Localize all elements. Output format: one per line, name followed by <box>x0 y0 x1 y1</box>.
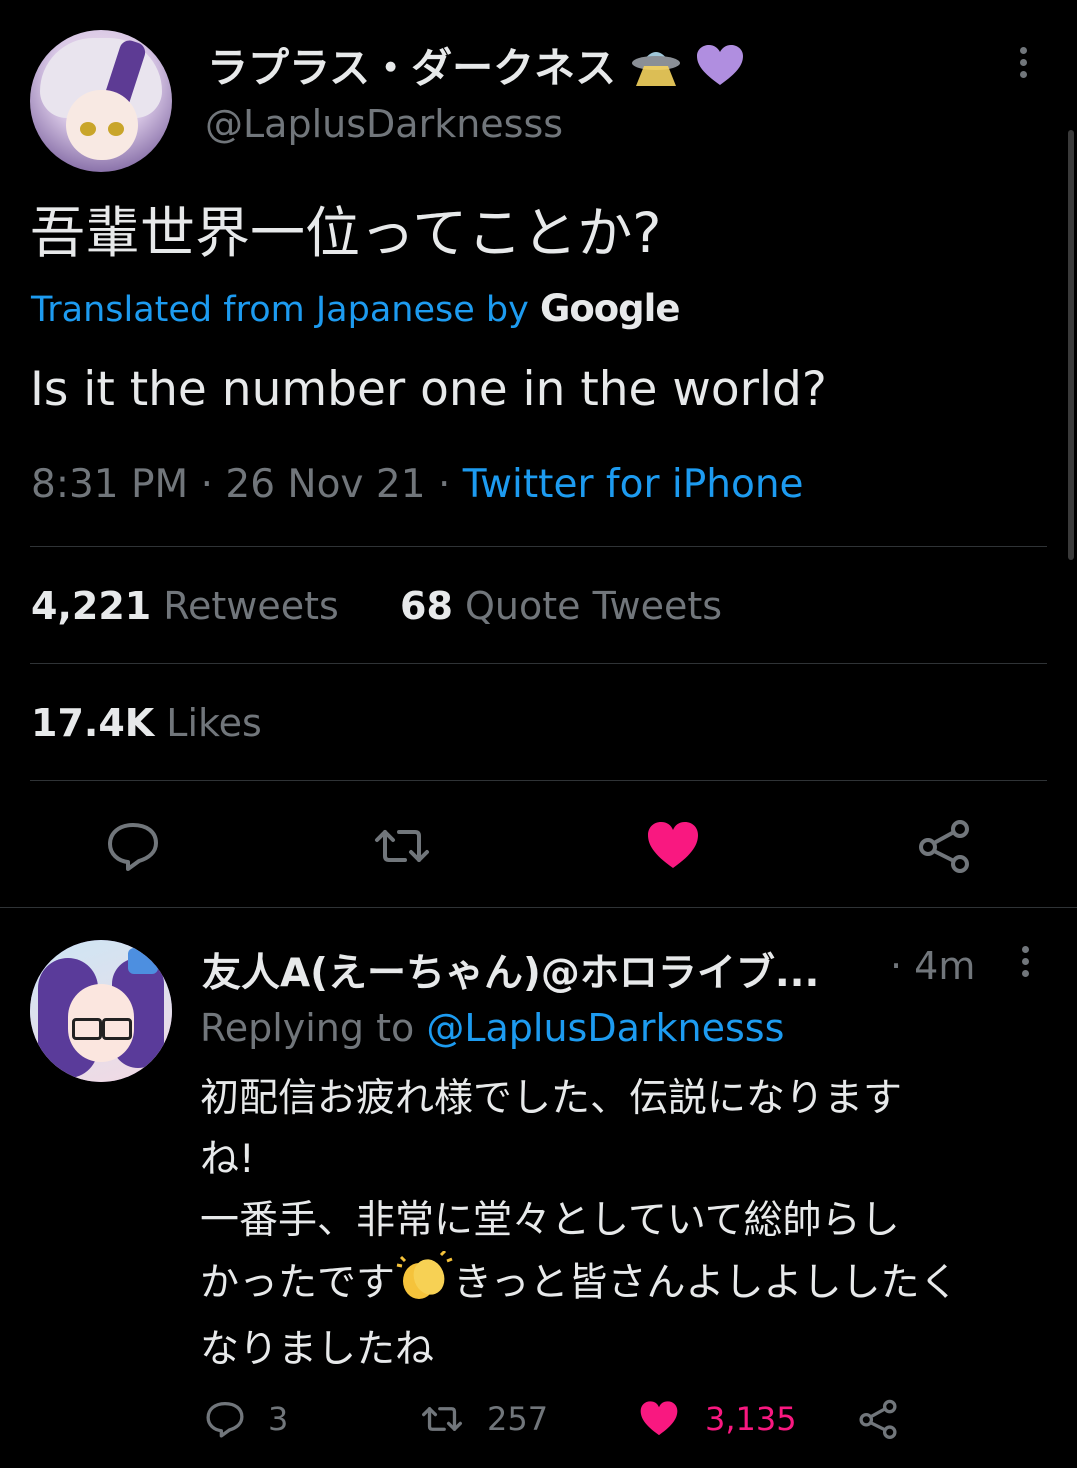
reply-retweet-count: 257 <box>487 1400 549 1438</box>
reply-line: かったです きっと皆さんよしよししたく <box>200 1247 1060 1319</box>
quotes-count: 68 <box>400 584 453 628</box>
scrollbar[interactable] <box>1068 130 1074 560</box>
divider <box>30 546 1047 547</box>
retweets-count: 4,221 <box>31 584 152 628</box>
reply-author-avatar[interactable] <box>30 940 172 1082</box>
tweet-date[interactable]: 26 Nov 21 <box>225 462 425 507</box>
retweet-icon[interactable] <box>372 816 432 876</box>
translation-prefix: Translated from Japanese by <box>31 290 529 330</box>
reply-line-part: きっと皆さんよしよししたく <box>453 1260 959 1306</box>
reply-like-count: 3,135 <box>705 1400 797 1438</box>
purple-heart-icon <box>696 45 743 97</box>
translated-text: Is it the number one in the world? <box>30 362 827 417</box>
author-avatar[interactable] <box>30 30 172 172</box>
meta-separator: · <box>200 462 213 507</box>
author-name-text: ラプラス・ダークネス <box>207 44 617 92</box>
divider <box>30 780 1047 781</box>
author-handle[interactable]: @LaplusDarknesss <box>205 102 563 146</box>
reply-reply-icon[interactable] <box>203 1397 247 1441</box>
reply-time[interactable]: · 4m <box>890 944 975 988</box>
share-icon[interactable] <box>914 816 974 876</box>
reply-line: なりましたね <box>200 1327 435 1372</box>
tweet-metadata: 8:31 PM · 26 Nov 21 · Twitter for iPhone <box>31 462 804 507</box>
like-icon[interactable] <box>643 816 703 876</box>
retweets-label: Retweets <box>163 584 339 628</box>
tweet-time[interactable]: 8:31 PM <box>31 462 188 507</box>
author-name[interactable]: ラプラス・ダークネス <box>207 34 743 98</box>
likes-count: 17.4K <box>31 701 155 745</box>
replying-prefix: Replying to <box>200 1006 415 1050</box>
tweet-text: 吾輩世界一位ってことか? <box>30 201 662 265</box>
divider <box>30 663 1047 664</box>
reply-author-name[interactable]: 友人A(えーちゃん)@ホロライブ... <box>202 942 819 998</box>
reply-more-options-icon[interactable] <box>1014 944 1038 980</box>
translation-attribution: Translated from Japanese by Google <box>31 287 680 330</box>
clapping-hands-icon <box>395 1247 453 1319</box>
reply-retweet-icon[interactable] <box>420 1397 464 1441</box>
tweet-source-link[interactable]: Twitter for iPhone <box>463 462 804 507</box>
reply-line: 一番手、非常に堂々としていて総帥らし <box>200 1198 900 1243</box>
section-divider <box>0 907 1077 908</box>
google-logo: Google <box>539 287 680 330</box>
likes-stat[interactable]: 17.4K Likes <box>31 701 262 745</box>
reply-share-icon[interactable] <box>856 1397 900 1441</box>
likes-label: Likes <box>166 701 262 745</box>
reply-text: 初配信お疲れ様でした、伝説になります ね! 一番手、非常に堂々としていて総帥らし かっ… <box>200 1068 1060 1380</box>
meta-separator: · <box>437 462 451 507</box>
more-options-icon[interactable] <box>1012 45 1036 81</box>
quote-tweets-stat[interactable]: 68 Quote Tweets <box>400 584 722 628</box>
retweets-stat[interactable]: 4,221 Retweets <box>31 584 339 628</box>
reply-like-icon[interactable] <box>637 1397 681 1441</box>
reply-line: ね! <box>200 1137 255 1182</box>
replying-mention[interactable]: @LaplusDarknesss <box>426 1006 784 1050</box>
reply-line-part: かったです <box>200 1260 396 1306</box>
quotes-label: Quote Tweets <box>464 584 723 628</box>
reply-line: 初配信お疲れ様でした、伝説になります <box>200 1076 903 1121</box>
reply-icon[interactable] <box>103 816 163 876</box>
reply-reply-count: 3 <box>268 1400 289 1438</box>
ufo-icon <box>630 44 682 98</box>
replying-to: Replying to @LaplusDarknesss <box>200 1006 784 1050</box>
